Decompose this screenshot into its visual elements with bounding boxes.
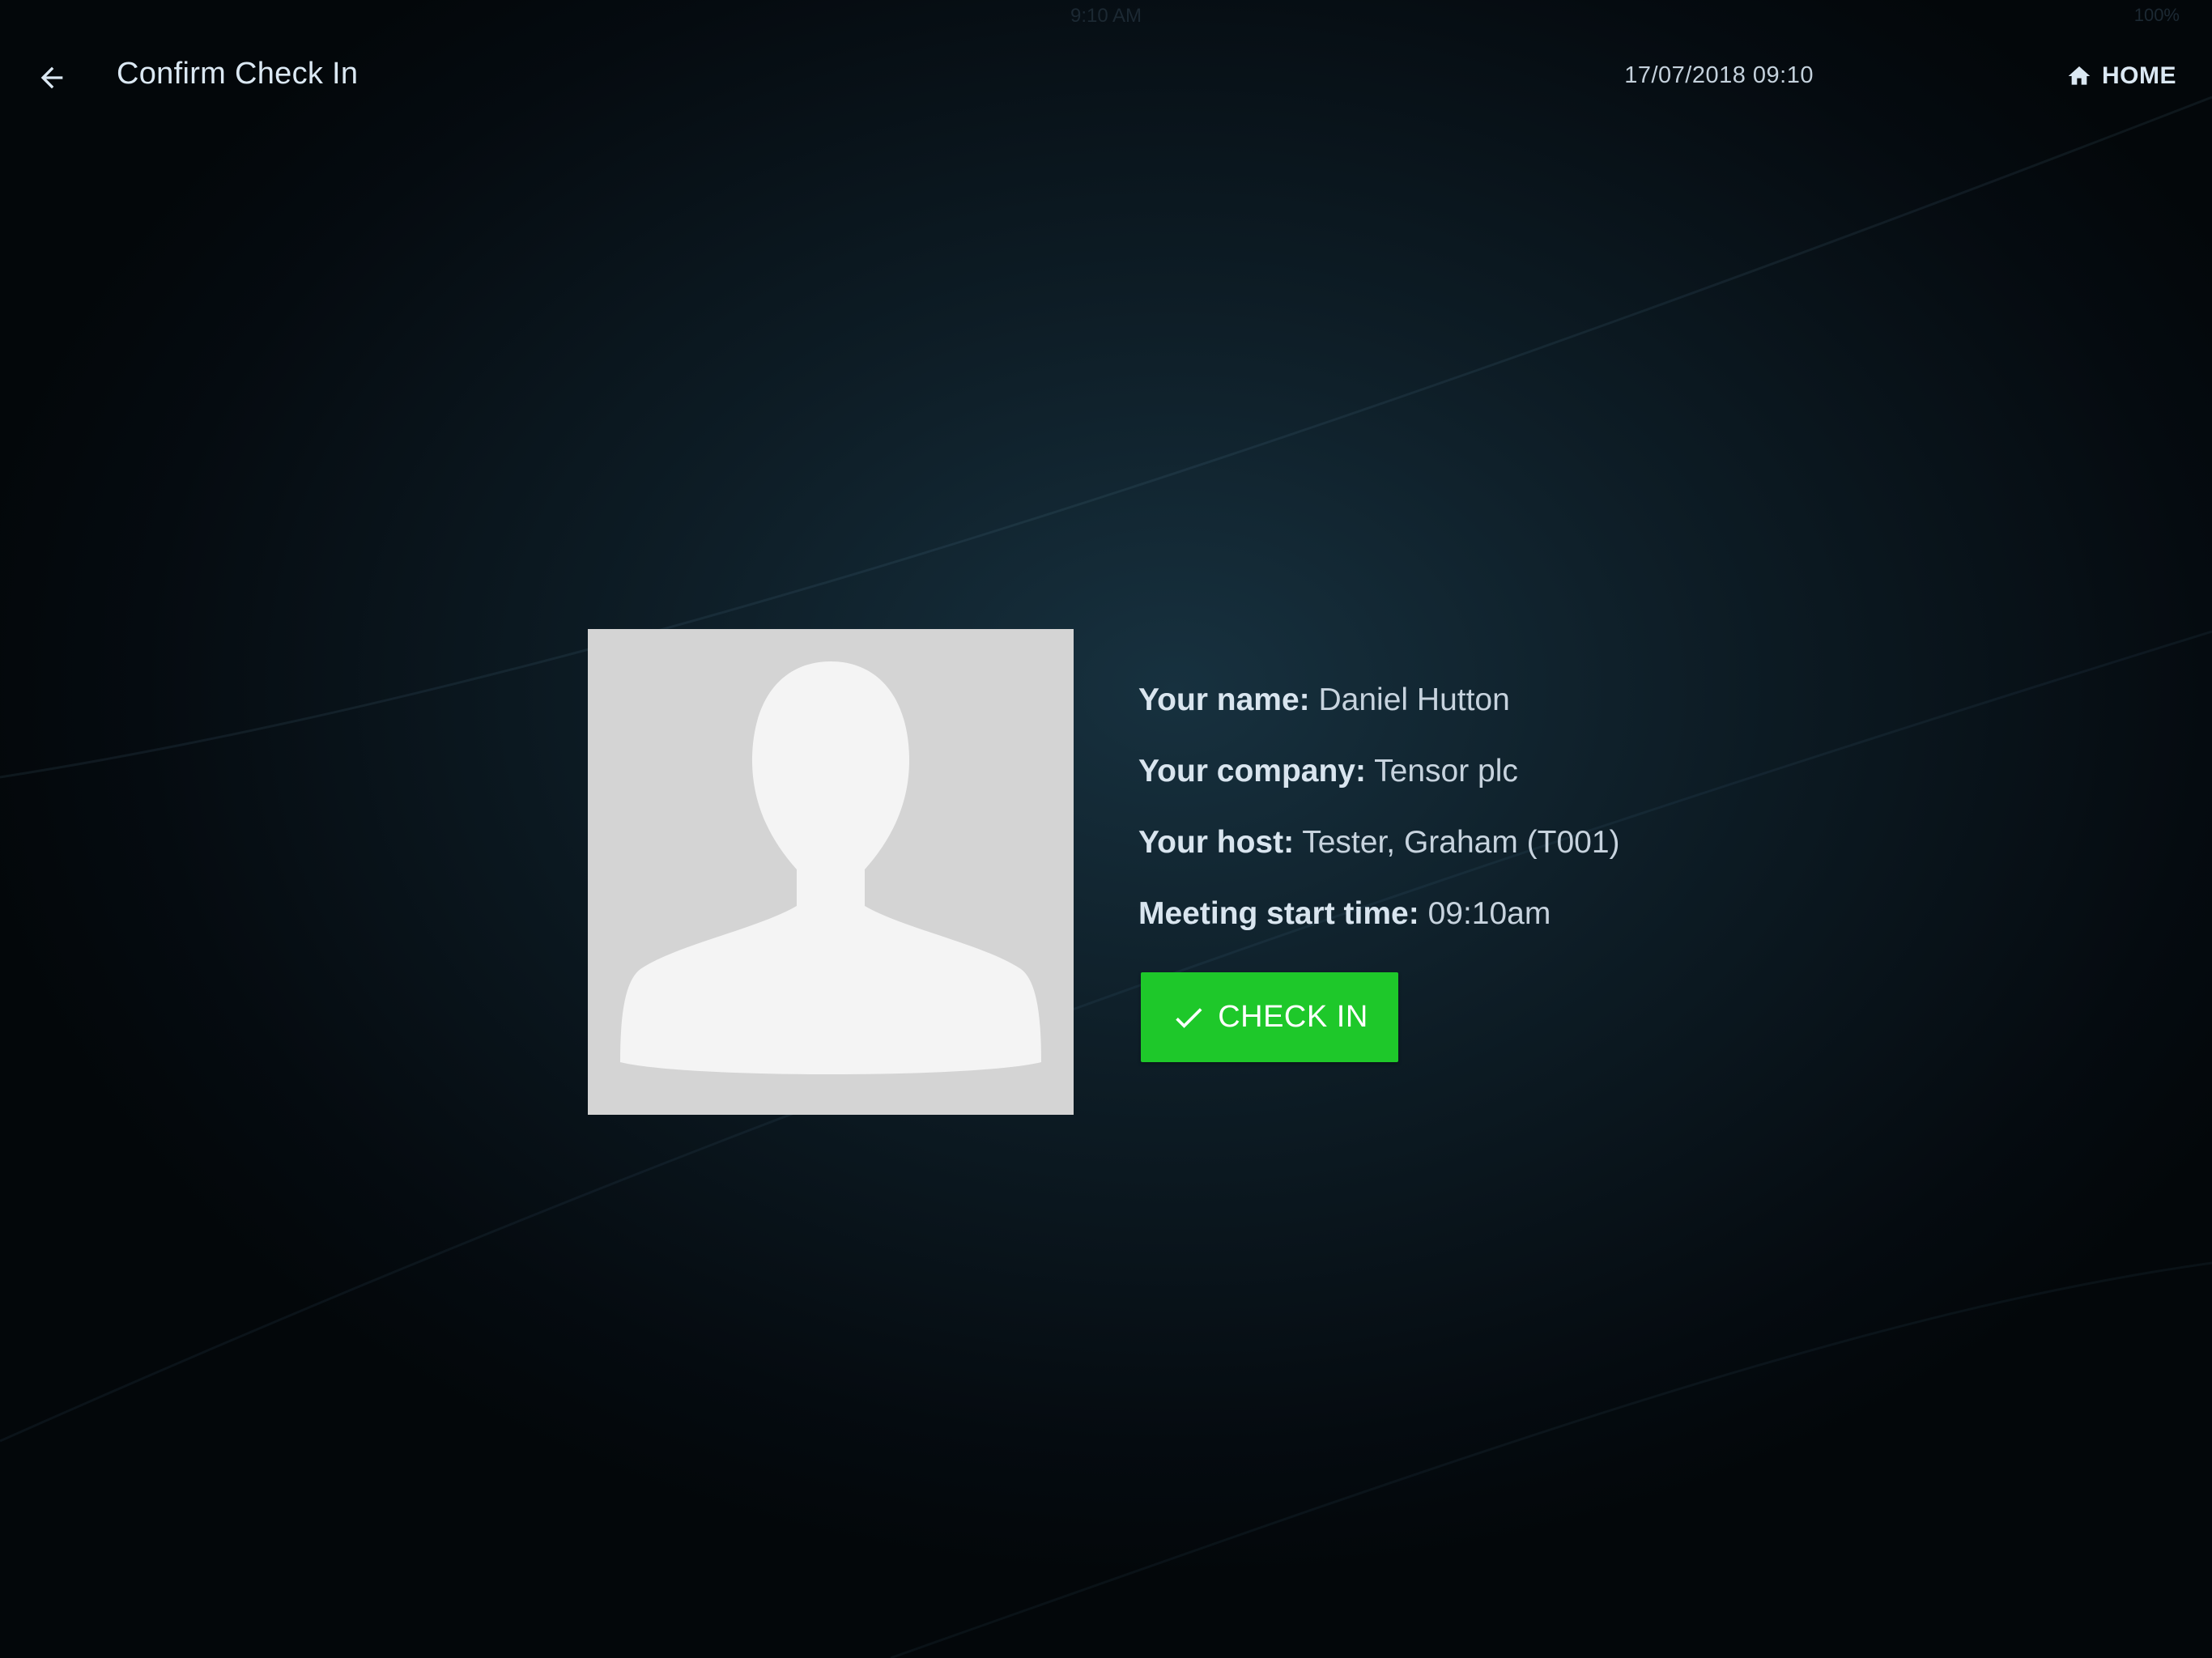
name-label: Your name:: [1138, 682, 1310, 717]
check-in-label: CHECK IN: [1218, 1000, 1368, 1034]
back-button[interactable]: [29, 55, 74, 100]
person-silhouette-icon: [620, 661, 1041, 1074]
host-label: Your host:: [1138, 825, 1295, 860]
home-label: HOME: [2102, 62, 2176, 89]
current-datetime: 17/07/2018 09:10: [1624, 62, 1814, 88]
visitor-name-row: Your name: Daniel Hutton: [1138, 672, 1948, 743]
visitor-photo: [588, 629, 1074, 1115]
status-bar: 9:10 AM 100%: [0, 0, 2212, 32]
home-icon: [2068, 66, 2091, 85]
host-value: Tester, Graham (T001): [1302, 825, 1620, 860]
visitor-company-row: Your company: Tensor plc: [1138, 743, 1948, 814]
check-in-screen: 9:10 AM 100% Confirm Check In 17/07/2018…: [0, 0, 2212, 1658]
arrow-left-icon: [40, 66, 63, 89]
check-in-button[interactable]: CHECK IN: [1141, 972, 1398, 1062]
visitor-details: Your name: Daniel Hutton Your company: T…: [1138, 672, 1948, 957]
meeting-time-value: 09:10am: [1427, 896, 1551, 931]
checkmark-icon: [1176, 1007, 1202, 1028]
company-label: Your company:: [1138, 754, 1366, 789]
name-value: Daniel Hutton: [1318, 682, 1510, 717]
top-bar: Confirm Check In 17/07/2018 09:10 HOME: [0, 40, 2212, 113]
home-button[interactable]: HOME: [2066, 58, 2176, 94]
page-title: Confirm Check In: [117, 57, 359, 91]
company-value: Tensor plc: [1374, 754, 1518, 789]
meeting-time-label: Meeting start time:: [1138, 896, 1419, 931]
meeting-time-row: Meeting start time: 09:10am: [1138, 886, 1948, 957]
status-time: 9:10 AM: [1070, 5, 1142, 27]
visitor-host-row: Your host: Tester, Graham (T001): [1138, 814, 1948, 886]
status-battery: 100%: [2133, 5, 2180, 25]
